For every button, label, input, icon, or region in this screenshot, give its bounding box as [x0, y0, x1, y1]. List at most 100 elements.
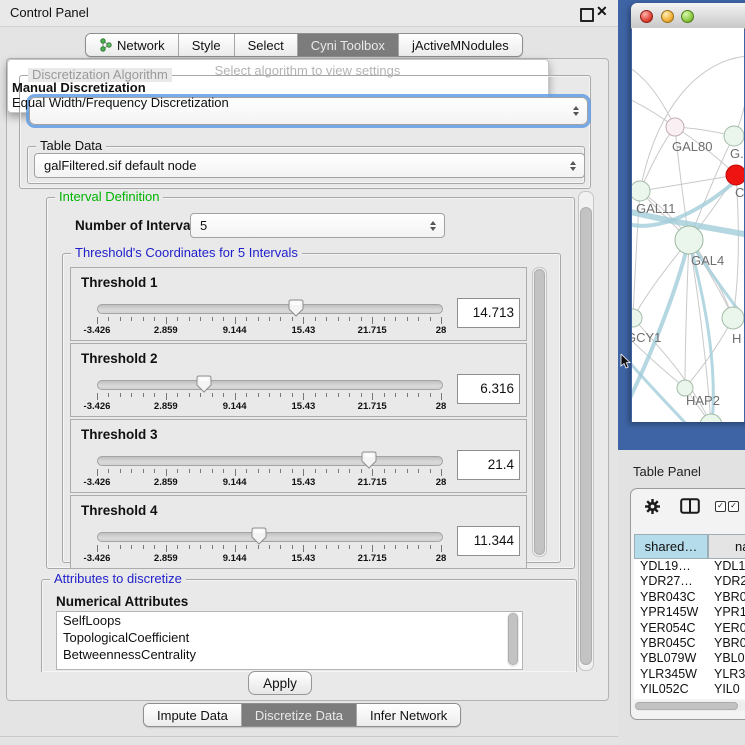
threshold-value-field[interactable]: 6.316 — [457, 374, 520, 404]
slider-handle[interactable] — [196, 375, 212, 393]
tab-jactivemnodules[interactable]: jActiveMNodules — [399, 34, 522, 56]
zoom-button[interactable] — [681, 10, 694, 23]
threshold-value-field[interactable]: 11.344 — [457, 526, 520, 556]
slider-tick — [200, 317, 201, 321]
slider-tick-label: 9.144 — [223, 401, 247, 412]
slider-tick — [143, 393, 144, 397]
slider-tick — [349, 393, 350, 397]
tab-infer-network[interactable]: Infer Network — [357, 704, 460, 726]
threshold-slider[interactable]: -3.4262.8599.14415.4321.71528 — [97, 304, 441, 334]
threshold-value-field[interactable]: 21.4 — [457, 450, 520, 480]
close-icon[interactable]: ✕ — [596, 3, 608, 20]
threshold-value-field[interactable]: 14.713 — [457, 298, 520, 328]
slider-tick-label: 9.144 — [223, 325, 247, 336]
attribute-list-item[interactable]: BetweennessCentrality — [57, 646, 522, 663]
slider-tick — [338, 317, 339, 321]
slider-tick — [258, 545, 259, 549]
slider-tick — [315, 393, 316, 397]
table-row[interactable]: YLR345WYLR3 — [634, 667, 745, 682]
minimize-button[interactable] — [661, 10, 674, 23]
network-node-g[interactable] — [724, 126, 744, 146]
slider-tick-label: -3.426 — [84, 553, 111, 564]
network-node-h[interactable] — [722, 307, 744, 329]
num-intervals-value: 5 — [200, 218, 207, 233]
threshold-panel: Threshold 2-3.4262.8599.14415.4321.71528… — [70, 343, 527, 417]
slider-tick-label: 2.859 — [154, 477, 178, 488]
number-of-intervals-combobox[interactable]: 5 — [190, 213, 445, 238]
select-columns-checkboxes-icon[interactable]: ✓ ✓ — [715, 501, 741, 512]
threshold-slider[interactable]: -3.4262.8599.14415.4321.71528 — [97, 532, 441, 562]
apply-button[interactable]: Apply — [248, 671, 312, 695]
attribute-list-item[interactable]: SelfLoops — [57, 612, 522, 629]
slider-tick — [326, 393, 327, 397]
slider-tick — [292, 317, 293, 321]
slider-handle[interactable] — [361, 451, 377, 469]
popup-item-equal-width-frequency[interactable]: Equal Width/Frequency Discretization — [12, 95, 229, 110]
columns-icon[interactable] — [680, 498, 700, 514]
slider-tick — [108, 545, 109, 549]
thresholds-scrollbar[interactable] — [532, 267, 547, 557]
threshold-slider[interactable]: -3.4262.8599.14415.4321.71528 — [97, 380, 441, 410]
table-data-combobox[interactable]: galFiltered.sif default node — [34, 153, 585, 178]
panel-title: Control Panel — [10, 5, 89, 20]
right-region: GAL80G.CGAL11GAL4GCY1HHAP2 Table Panel ✓… — [618, 0, 745, 745]
scrollbar-thumb[interactable] — [635, 702, 738, 710]
network-canvas[interactable]: GAL80G.CGAL11GAL4GCY1HHAP2 — [632, 28, 744, 422]
cell-name: YDL1 — [708, 559, 745, 574]
network-node-gal11[interactable] — [632, 181, 650, 201]
network-node[interactable] — [700, 414, 722, 422]
tab-label: Select — [248, 38, 284, 53]
slider-tick — [246, 469, 247, 473]
slider-handle[interactable] — [288, 299, 304, 317]
slider-tick-label: 21.715 — [358, 553, 387, 564]
table-horizontal-scrollbar[interactable] — [634, 701, 745, 711]
network-node-gal4[interactable] — [675, 226, 703, 254]
slider-handle[interactable] — [251, 527, 267, 545]
threshold-label: Threshold 1 — [81, 275, 158, 290]
attribute-list-item[interactable]: TopologicalCoefficient — [57, 629, 522, 646]
scrollbar-thumb[interactable] — [508, 613, 518, 665]
table-row[interactable]: YER054CYER0 — [634, 621, 745, 636]
table-row[interactable]: YDR27…YDR2 — [634, 574, 745, 589]
tab-cyni-toolbox[interactable]: Cyni Toolbox — [298, 34, 399, 56]
close-button[interactable] — [640, 10, 653, 23]
popup-item-manual-discretization[interactable]: Manual Discretization — [12, 80, 146, 95]
panel-scrollbar[interactable] — [578, 191, 594, 671]
float-window-icon[interactable] — [580, 8, 594, 22]
slider-tick — [338, 469, 339, 473]
network-node-gcy1[interactable] — [632, 309, 642, 327]
slider-tick — [131, 317, 132, 321]
tab-network[interactable]: Network — [86, 34, 179, 56]
threshold-panel: Threshold 3-3.4262.8599.14415.4321.71528… — [70, 419, 527, 493]
table-row[interactable]: YBL079WYBL0 — [634, 651, 745, 666]
threshold-slider[interactable]: -3.4262.8599.14415.4321.71528 — [97, 456, 441, 486]
slider-tick — [315, 469, 316, 473]
table-row[interactable]: YBR045CYBR0 — [634, 636, 745, 651]
settings-gear-icon[interactable] — [643, 497, 661, 515]
table-row[interactable]: YDL19…YDL1 — [634, 559, 745, 574]
scrollbar-thumb[interactable] — [534, 269, 545, 555]
table-row[interactable]: YIL052CYIL0 — [634, 682, 745, 697]
slider-tick — [246, 545, 247, 549]
slider-tick — [280, 393, 281, 397]
attributes-list-scrollbar[interactable] — [507, 612, 519, 667]
numerical-attributes-list[interactable]: SelfLoopsTopologicalCoefficientBetweenne… — [56, 611, 523, 670]
cell-shared-name: YBR045C — [634, 636, 708, 651]
slider-tick — [177, 469, 178, 473]
table-row[interactable]: YPR145WYPR1 — [634, 605, 745, 620]
tab-impute-data[interactable]: Impute Data — [144, 704, 242, 726]
tab-discretize-data[interactable]: Discretize Data — [242, 704, 357, 726]
column-header-name[interactable]: na — [708, 534, 745, 559]
network-window-titlebar[interactable] — [631, 3, 745, 29]
node-table[interactable]: YDL19…YDL1YDR27…YDR2YBR043CYBR0YPR145WYP… — [634, 559, 745, 699]
cell-shared-name: YIL052C — [634, 682, 708, 697]
table-row[interactable]: YBR043CYBR0 — [634, 590, 745, 605]
scrollbar-thumb[interactable] — [580, 207, 592, 665]
network-node-gal80[interactable] — [666, 118, 684, 136]
slider-tick — [235, 545, 236, 552]
network-node-c[interactable] — [726, 165, 744, 185]
tab-select[interactable]: Select — [235, 34, 298, 56]
tab-style[interactable]: Style — [179, 34, 235, 56]
column-header-shared-name[interactable]: shared… — [634, 534, 708, 559]
slider-tick — [407, 469, 408, 473]
